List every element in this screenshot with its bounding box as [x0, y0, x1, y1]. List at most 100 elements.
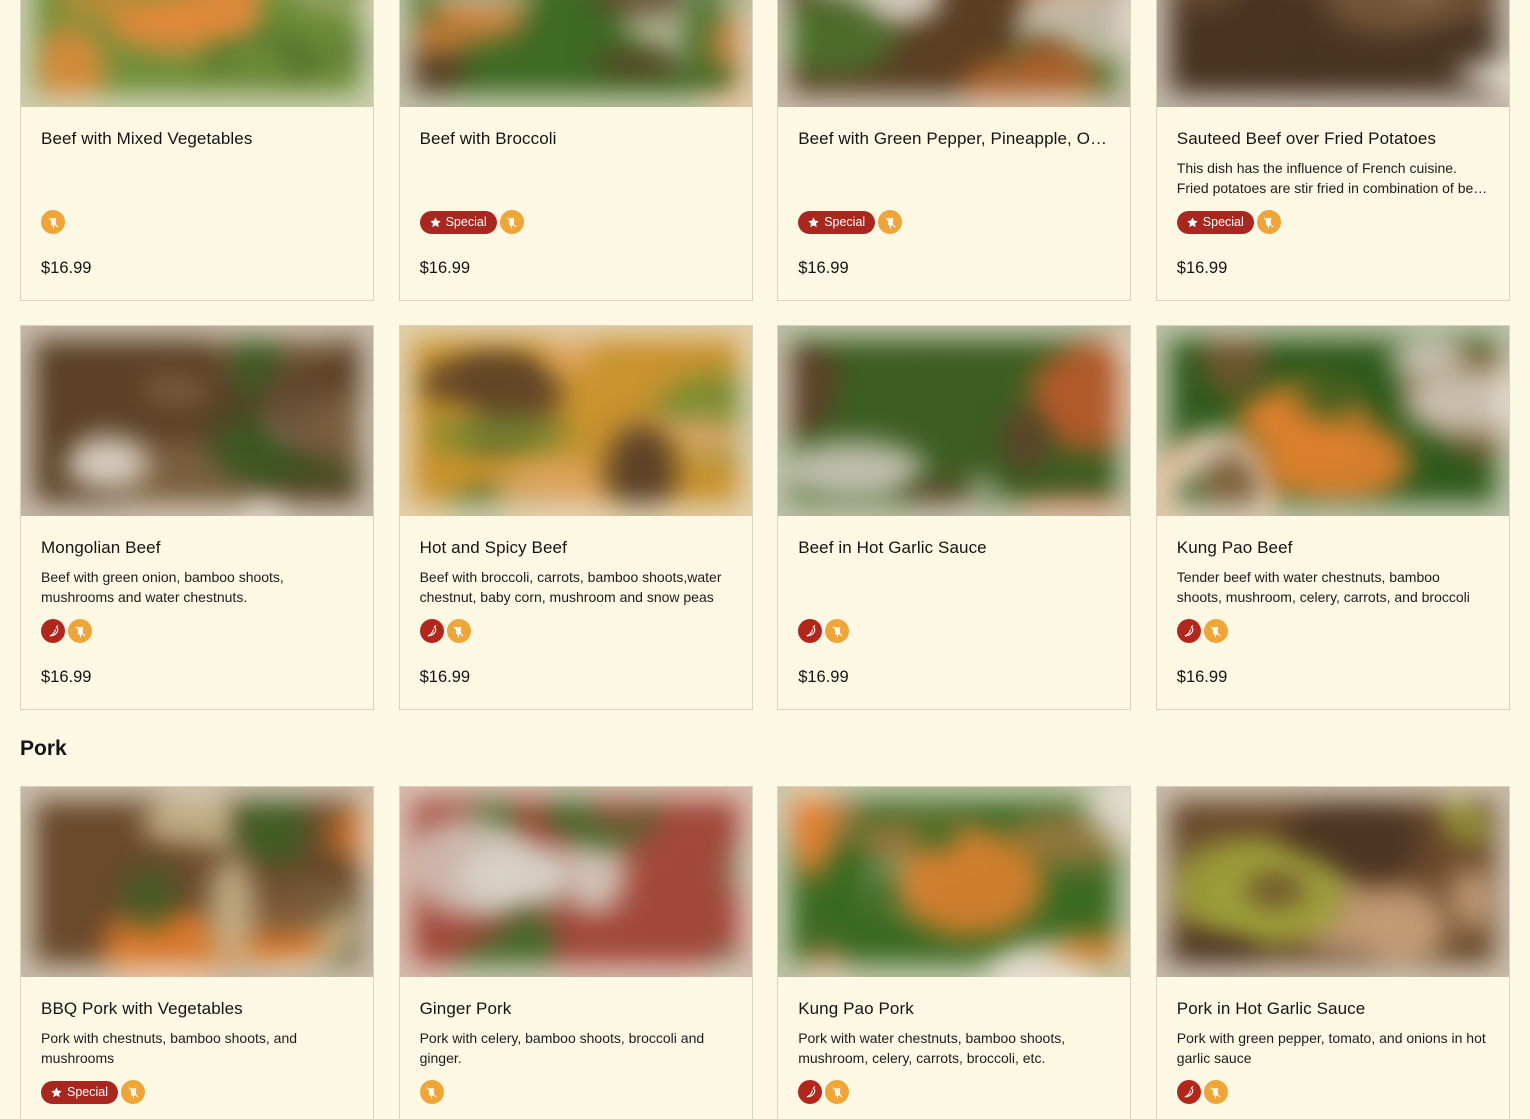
chili-pepper-icon — [419, 619, 444, 643]
menu-item-card[interactable]: Hot and Spicy Beef Beef with broccoli, ca… — [398, 325, 753, 710]
menu-item-card[interactable]: Kung Pao Beef Tender beef with water ches… — [1155, 325, 1510, 710]
menu-item-name: Hot and Spicy Beef — [419, 538, 567, 557]
menu-item-name: Beef with Green Pepper, Pineapple, Onion… — [798, 129, 1110, 148]
wheat-icon — [878, 210, 903, 234]
menu-item-description: Pork with water chestnuts, bamboo shoots… — [798, 1030, 1066, 1066]
menu-item-details: Beef with Mixed Vegetables — [41, 129, 353, 198]
menu-item-card[interactable]: Beef in Hot Garlic Sauce $16.99 — [777, 325, 1132, 710]
dish-photo — [21, 0, 373, 107]
menu-item-badges — [419, 619, 471, 643]
star-icon — [50, 1086, 63, 1099]
menu-grid-pork: BBQ Pork with Vegetables Pork with chestn… — [20, 786, 1510, 1119]
menu-item-name: Pork in Hot Garlic Sauce — [1176, 999, 1366, 1018]
menu-item-price: $16.99 — [41, 259, 92, 277]
menu-item-details: Beef with Green Pepper, Pineapple, Onion… — [798, 129, 1110, 198]
special-badge-label: Special — [67, 1085, 108, 1099]
dish-photo — [399, 787, 752, 977]
menu-item-description: Beef with broccoli, carrots, bamboo shoo… — [419, 569, 722, 605]
menu-item-badges — [419, 1080, 444, 1104]
menu-item-description — [41, 158, 353, 198]
menu-item-badges — [41, 210, 65, 234]
menu-item-badges — [1176, 619, 1228, 643]
menu-item-description: Pork with celery, bamboo shoots, broccol… — [419, 1030, 705, 1066]
special-badge-label: Special — [445, 215, 487, 229]
dish-photo — [21, 326, 373, 516]
menu-item-card[interactable]: Ginger Pork Pork with celery, bamboo shoo… — [398, 786, 753, 1119]
wheat-icon — [68, 619, 92, 643]
menu-item-details: Pork in Hot Garlic Sauce Pork with green … — [1177, 999, 1489, 1068]
menu-item-name: Sauteed Beef over Fried Potatoes — [1176, 129, 1437, 148]
menu-item-details: Hot and Spicy Beef Beef with broccoli, ca… — [420, 538, 732, 607]
menu-item-description: Tender beef with water chestnuts, bamboo… — [1176, 569, 1470, 605]
menu-item-description — [798, 158, 1110, 198]
menu-item-card[interactable]: BBQ Pork with Vegetables Pork with chestn… — [20, 786, 374, 1119]
wheat-icon — [499, 210, 524, 234]
special-badge: Special — [1176, 210, 1254, 234]
wheat-icon — [446, 619, 471, 643]
wheat-icon — [41, 210, 65, 234]
menu-item-price: $16.99 — [41, 668, 92, 686]
wheat-icon — [1256, 210, 1281, 234]
menu-item-price: $16.99 — [798, 259, 849, 277]
menu-item-badges — [798, 619, 850, 643]
menu-item-card[interactable]: Mongolian Beef Beef with green onion, bam… — [20, 325, 374, 710]
menu-item-details: Kung Pao Beef Tender beef with water ches… — [1177, 538, 1489, 607]
menu-item-name: Beef in Hot Garlic Sauce — [798, 538, 987, 557]
menu-item-card[interactable]: Beef with Broccoli Special $16.99 — [398, 0, 753, 301]
dish-photo — [21, 787, 373, 977]
menu-item-description — [798, 567, 1110, 607]
menu-item-badges: Special — [419, 210, 524, 234]
dish-photo — [778, 787, 1131, 977]
menu-item-card[interactable]: Sauteed Beef over Fried Potatoes This dis… — [1155, 0, 1510, 301]
special-badge: Special — [798, 210, 876, 234]
wheat-icon — [825, 1080, 850, 1104]
dish-photo — [399, 326, 752, 516]
menu-item-description: Pork with chestnuts, bamboo shoots, and … — [41, 1030, 298, 1066]
wheat-icon — [419, 1080, 444, 1104]
menu-item-name: Kung Pao Beef — [1176, 538, 1293, 557]
menu-item-details: Beef in Hot Garlic Sauce — [798, 538, 1110, 607]
menu-item-price: $16.99 — [419, 668, 471, 686]
section-title-pork: Pork — [20, 737, 67, 760]
menu-item-card[interactable]: Beef with Mixed Vegetables $16.99 — [20, 0, 374, 301]
chili-pepper-icon — [798, 1080, 823, 1104]
wheat-icon — [1203, 619, 1228, 643]
menu-item-details: BBQ Pork with Vegetables Pork with chestn… — [41, 999, 353, 1068]
menu-item-badges: Special — [1176, 210, 1281, 234]
menu-item-name: Kung Pao Pork — [798, 999, 914, 1018]
dish-photo — [778, 326, 1131, 516]
star-icon — [429, 216, 442, 229]
special-badge: Special — [419, 210, 497, 234]
menu-item-price: $16.99 — [798, 668, 849, 686]
menu-item-card[interactable]: Pork in Hot Garlic Sauce Pork with green … — [1155, 786, 1510, 1119]
menu-item-name: Mongolian Beef — [41, 538, 161, 557]
chili-pepper-icon — [798, 619, 823, 643]
special-badge-label: Special — [824, 215, 866, 229]
dish-photo — [1156, 787, 1509, 977]
wheat-icon — [825, 619, 850, 643]
menu-item-price: $16.99 — [1176, 668, 1228, 686]
dish-photo — [1156, 0, 1509, 107]
menu-item-card[interactable]: Kung Pao Pork Pork with water chestnuts, … — [777, 786, 1132, 1119]
menu-item-name: BBQ Pork with Vegetables — [41, 999, 243, 1018]
menu-item-badges — [798, 1080, 850, 1104]
menu-item-badges — [1176, 1080, 1228, 1104]
menu-item-description: This dish has the influence of French cu… — [1176, 160, 1485, 196]
menu-item-details: Mongolian Beef Beef with green onion, bam… — [41, 538, 353, 607]
dish-photo — [778, 0, 1131, 107]
menu-item-badges — [41, 619, 92, 643]
menu-item-details: Beef with Broccoli — [420, 129, 732, 198]
menu-item-badges: Special — [41, 1080, 145, 1104]
menu-grid-beef-row-1: Beef with Mixed Vegetables $16.99 Beef wit… — [20, 0, 1510, 301]
menu-item-card[interactable]: Beef with Green Pepper, Pineapple, Onion… — [777, 0, 1132, 301]
menu-item-description: Beef with green onion, bamboo shoots, mu… — [41, 569, 284, 605]
chili-pepper-icon — [1176, 619, 1201, 643]
menu-item-details: Kung Pao Pork Pork with water chestnuts, … — [798, 999, 1110, 1068]
menu-item-price: $16.99 — [1176, 259, 1228, 277]
menu-item-name: Beef with Mixed Vegetables — [41, 129, 253, 148]
menu-item-description — [420, 158, 732, 198]
special-badge: Special — [41, 1080, 118, 1104]
wheat-icon — [1203, 1080, 1228, 1104]
star-icon — [807, 216, 820, 229]
chili-pepper-icon — [41, 619, 65, 643]
